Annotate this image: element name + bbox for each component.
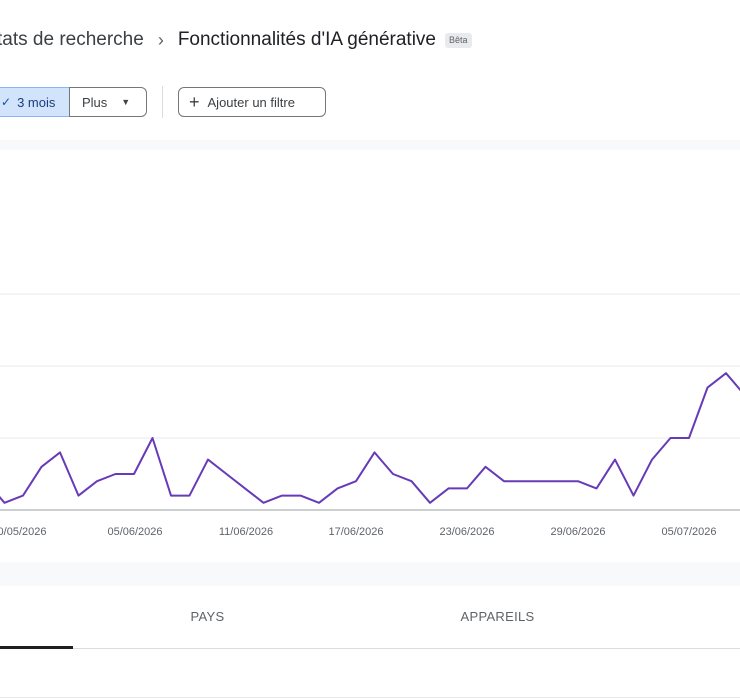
page-title: Fonctionnalités d'IA générative bbox=[177, 29, 436, 50]
add-filter-button[interactable]: + Ajouter un filtre bbox=[178, 87, 326, 117]
chevron-right-icon: › bbox=[157, 29, 164, 50]
more-ranges-label: Plus bbox=[82, 94, 108, 110]
table-divider bbox=[0, 697, 740, 698]
breadcrumb: tats de recherche › Fonctionnalités d'IA… bbox=[0, 29, 472, 51]
x-tick-label: 05/07/2026 bbox=[661, 526, 716, 538]
table-area bbox=[0, 649, 740, 700]
more-ranges-dropdown[interactable]: Plus ▼ bbox=[69, 87, 147, 117]
dimension-tabs: PAYS APPAREILS bbox=[0, 586, 740, 649]
section-gap bbox=[0, 562, 740, 586]
x-tick-label: 23/06/2026 bbox=[439, 526, 494, 538]
range-3-months-button[interactable]: ✓ 3 mois bbox=[0, 87, 70, 117]
range-3-months-label: 3 mois bbox=[17, 94, 56, 110]
caret-down-icon: ▼ bbox=[121, 97, 131, 107]
section-gap bbox=[0, 140, 740, 150]
filter-bar: ✓ 3 mois Plus ▼ + Ajouter un filtre bbox=[0, 70, 740, 140]
chart-svg: 0/05/2026 05/06/2026 11/06/2026 17/06/2026 2… bbox=[0, 293, 740, 538]
x-tick-label: 29/06/2026 bbox=[550, 526, 605, 538]
x-tick-label: 05/06/2026 bbox=[107, 526, 162, 538]
x-tick-label: 11/06/2026 bbox=[219, 526, 273, 538]
x-tick-label: 17/06/2026 bbox=[328, 526, 383, 538]
tab-appareils[interactable]: APPAREILS bbox=[420, 586, 575, 647]
toolbar-divider bbox=[162, 86, 163, 118]
plus-icon: + bbox=[189, 92, 200, 112]
add-filter-label: Ajouter un filtre bbox=[207, 94, 295, 110]
performance-chart: 0/05/2026 05/06/2026 11/06/2026 17/06/2026 2… bbox=[0, 150, 740, 562]
x-tick-label: 0/05/2026 bbox=[0, 526, 46, 538]
page-header: tats de recherche › Fonctionnalités d'IA… bbox=[0, 0, 740, 71]
check-icon: ✓ bbox=[1, 95, 12, 109]
beta-badge: Bêta bbox=[445, 32, 472, 48]
breadcrumb-parent-link[interactable]: tats de recherche bbox=[0, 29, 144, 51]
tab-pays[interactable]: PAYS bbox=[130, 586, 285, 647]
